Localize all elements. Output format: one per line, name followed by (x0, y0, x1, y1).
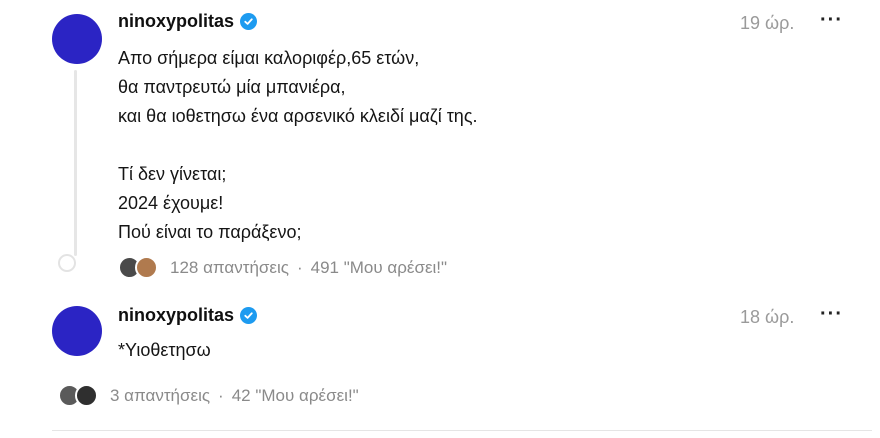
post-author[interactable]: ninoxypolitas (118, 305, 258, 326)
post-line: και θα ιοθετησω ένα αρσενικό κλειδί μαζί… (118, 106, 478, 126)
likes-count[interactable]: 42 "Μου αρέσει!" (232, 386, 359, 406)
replies-count[interactable]: 128 απαντήσεις (170, 258, 289, 278)
separator: · (296, 257, 303, 277)
username[interactable]: ninoxypolitas (118, 305, 234, 326)
replier-avatars[interactable] (118, 256, 158, 279)
post-timestamp[interactable]: 19 ώρ. (740, 13, 794, 34)
verified-check-icon (240, 307, 258, 324)
avatar[interactable] (52, 306, 102, 356)
post-line: Τί δεν γίνεται; (118, 164, 227, 184)
more-options-icon[interactable]: ··· (820, 303, 843, 326)
post-timestamp[interactable]: 18 ώρ. (740, 307, 794, 328)
post-line: Πού είναι το παράξενο; (118, 222, 302, 242)
verified-check-icon (240, 13, 258, 30)
post-body: Απο σήμερα είμαι καλοριφέρ,65 ετών, θα π… (118, 44, 478, 247)
post-line-blank (118, 131, 478, 160)
post-author[interactable]: ninoxypolitas (118, 11, 258, 32)
divider (52, 430, 872, 431)
post-body: *Υιοθετησω (118, 336, 211, 365)
replier-avatar (75, 384, 98, 407)
likes-count[interactable]: 491 "Μου αρέσει!" (311, 258, 447, 278)
more-options-icon[interactable]: ··· (820, 9, 843, 32)
avatar[interactable] (52, 14, 102, 64)
thread-loop-icon (58, 254, 76, 272)
post-line: θα παντρευτώ μία μπανιέρα, (118, 77, 346, 97)
thread-line (74, 70, 77, 256)
replies-count[interactable]: 3 απαντήσεις (110, 386, 210, 406)
post-stats: 128 απαντήσεις · 491 "Μου αρέσει!" (118, 256, 447, 279)
post-line: Απο σήμερα είμαι καλοριφέρ,65 ετών, (118, 48, 420, 68)
separator: · (218, 385, 224, 405)
post-stats: 3 απαντήσεις · 42 "Μου αρέσει!" (58, 384, 359, 407)
post-line: 2024 έχουμε! (118, 193, 224, 213)
post-line: *Υιοθετησω (118, 340, 211, 360)
username[interactable]: ninoxypolitas (118, 11, 234, 32)
replier-avatar (135, 256, 158, 279)
replier-avatars[interactable] (58, 384, 98, 407)
